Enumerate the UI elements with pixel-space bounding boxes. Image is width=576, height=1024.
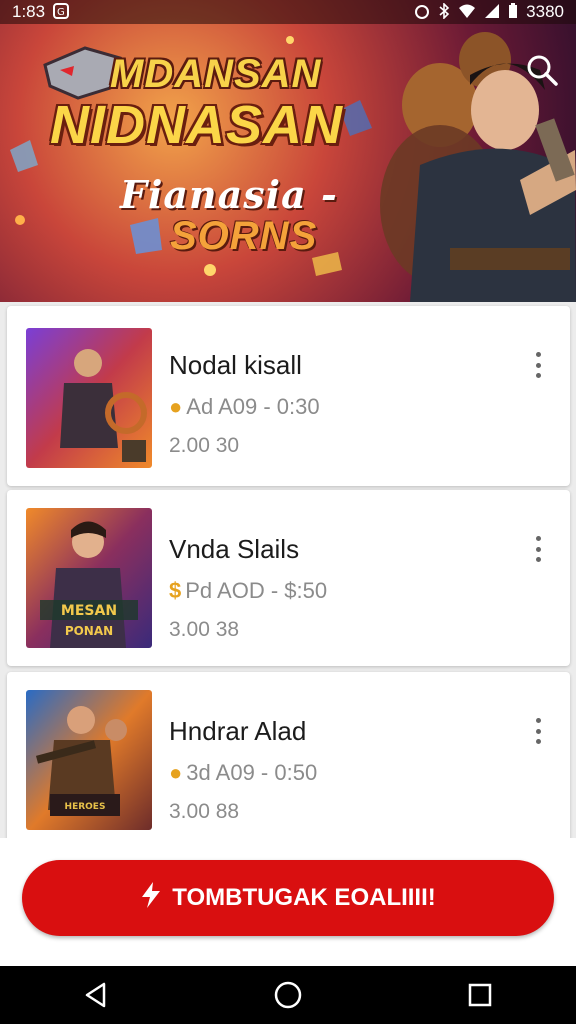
item-count: 3.00 38 (169, 618, 240, 641)
item-title: Hndrar Alad (169, 716, 307, 746)
home-icon[interactable] (268, 975, 308, 1015)
notification-icon: G (53, 2, 70, 22)
banner-title-line1: MDANSAN (110, 52, 322, 96)
lightning-icon (140, 881, 162, 915)
svg-text:G: G (57, 7, 65, 18)
item-price-text: Ad A09 - 0:30 (186, 394, 320, 419)
item-title: Nodal kisall (169, 350, 302, 380)
status-time: 1:83 (12, 2, 46, 21)
recents-icon[interactable] (460, 975, 500, 1015)
item-price: ● 3d A09 - 0:50 (169, 760, 317, 786)
status-bar: 1:83 G 3380 (0, 0, 576, 24)
list-item[interactable]: HEROES Hndrar Alad ● 3d A09 - 0:50 3.00 … (7, 672, 570, 852)
list-item[interactable]: MESAN PONAN Vnda Slails $ Pd AOD - $:50 … (7, 490, 570, 666)
banner-title-line2: NIDNASAN (50, 95, 344, 155)
item-thumbnail[interactable]: HEROES (26, 690, 152, 830)
item-thumbnail[interactable] (26, 328, 152, 468)
item-count: 2.00 30 (169, 434, 240, 457)
more-options-icon[interactable] (528, 716, 548, 746)
banner-subtitle-line1: Fianasia - (120, 172, 338, 217)
item-list[interactable]: Nodal kisall ● Ad A09 - 0:30 2.00 30 MES… (0, 302, 576, 852)
item-price-text: Pd AOD - $:50 (185, 578, 328, 603)
item-thumbnail[interactable]: MESAN PONAN (26, 508, 152, 648)
hero-banner[interactable]: MDANSAN NIDNASAN Fianasia - SORNS (0, 0, 576, 302)
svg-text:HEROES: HEROES (65, 802, 106, 812)
coin-icon: ● (169, 394, 183, 419)
status-right-text: 3380 (526, 2, 564, 21)
svg-text:PONAN: PONAN (65, 624, 113, 638)
item-title: Vnda Slails (169, 534, 300, 564)
more-options-icon[interactable] (528, 350, 548, 380)
back-icon[interactable] (76, 975, 116, 1015)
banner-subtitle-line2: SORNS (170, 214, 318, 258)
svg-text:MESAN: MESAN (61, 603, 117, 619)
item-price: ● Ad A09 - 0:30 (169, 394, 320, 420)
wifi-icon (458, 3, 476, 22)
list-item[interactable]: Nodal kisall ● Ad A09 - 0:30 2.00 30 (7, 306, 570, 486)
battery-icon (508, 2, 518, 22)
signal-icon (484, 3, 500, 22)
search-icon[interactable] (524, 52, 560, 88)
cta-label: TOMBTUGAK EOALIIII! (172, 884, 436, 911)
item-price-text: 3d A09 - 0:50 (186, 760, 318, 785)
cta-button[interactable]: TOMBTUGAK EOALIIII! (22, 860, 554, 936)
coin-icon: ● (169, 760, 183, 785)
dollar-icon: $ (169, 578, 182, 603)
system-nav-bar (0, 966, 576, 1024)
alarm-icon (414, 3, 430, 22)
item-count: 3.00 88 (169, 800, 240, 823)
more-options-icon[interactable] (528, 534, 548, 564)
bluetooth-icon (438, 1, 450, 22)
item-price: $ Pd AOD - $:50 (169, 578, 327, 604)
bottom-action-area: TOMBTUGAK EOALIIII! (0, 838, 576, 966)
